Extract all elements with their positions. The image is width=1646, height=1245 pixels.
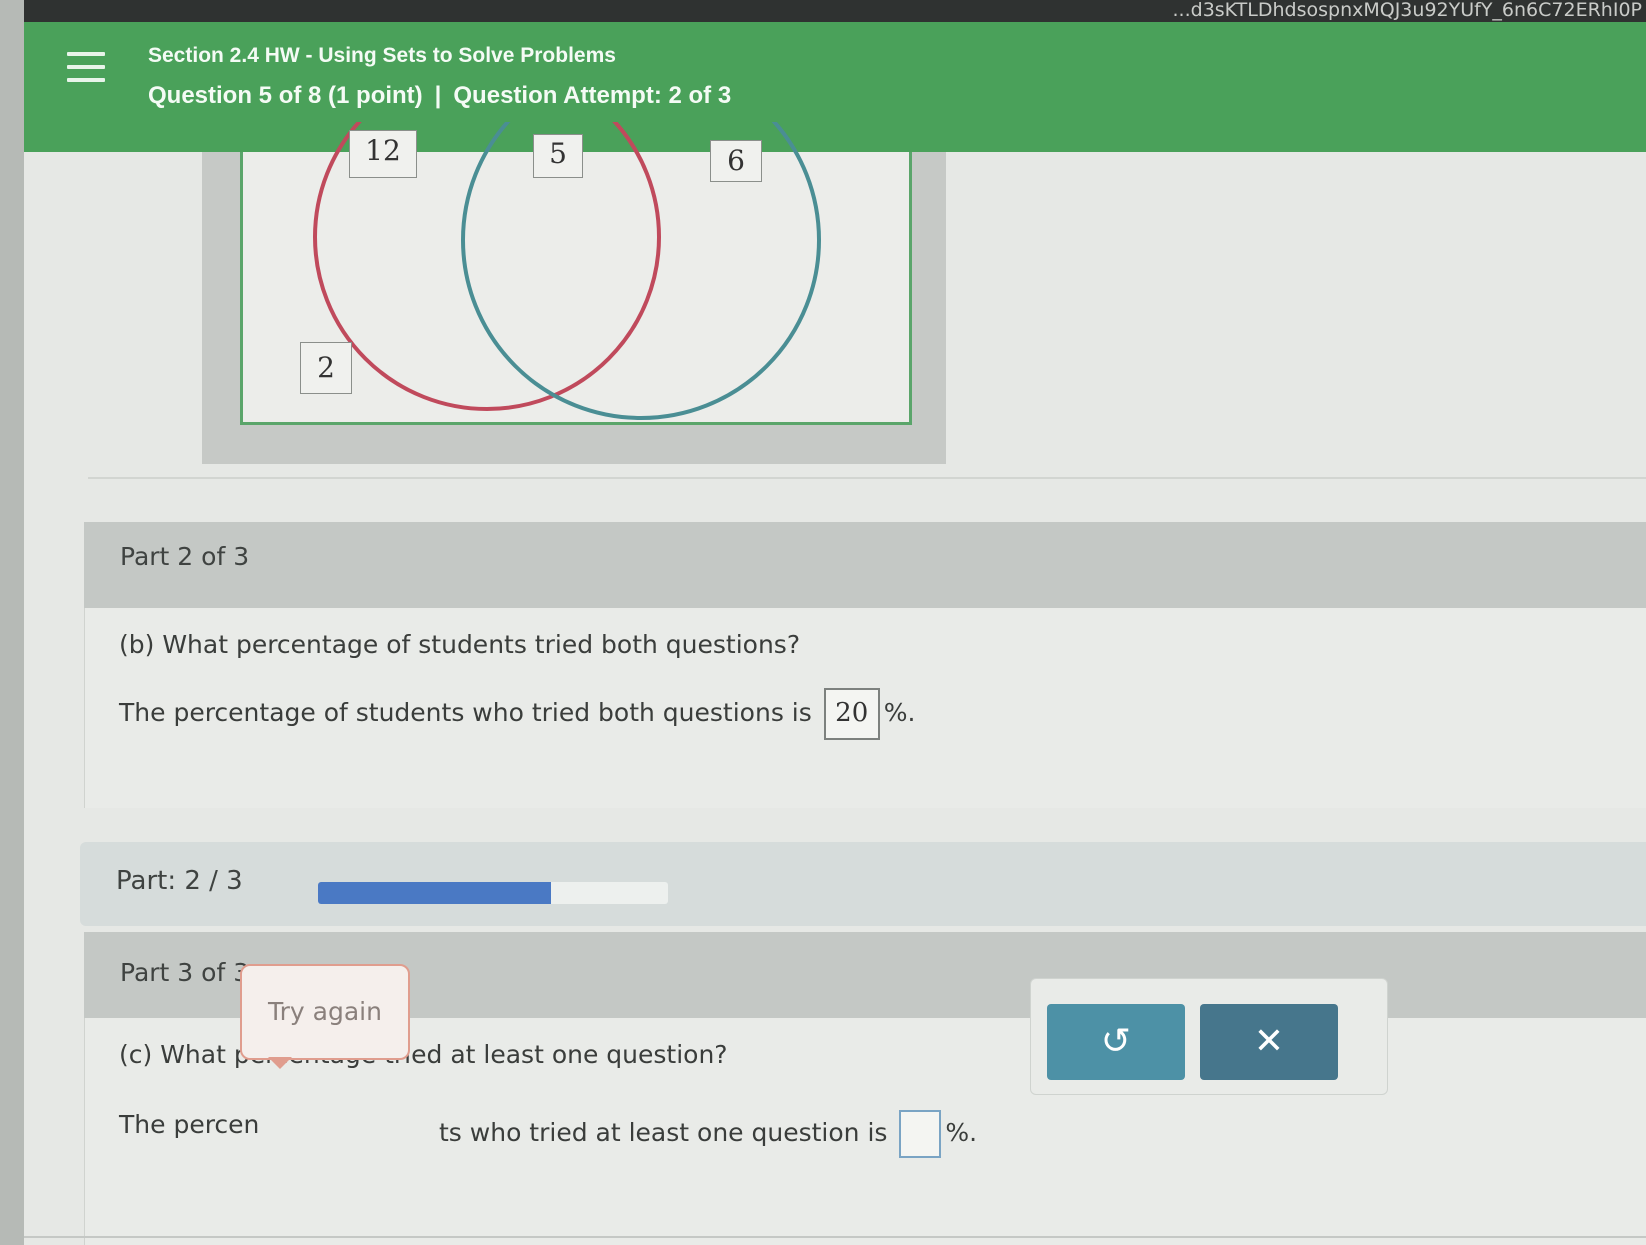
question-info-line: Question 5 of 8 (1 point) | Question Attem… — [148, 82, 731, 110]
attempt-info: Question Attempt: 2 of 3 — [453, 82, 732, 109]
question-info: Question 5 of 8 (1 point) — [148, 82, 423, 109]
progress-fill — [318, 882, 552, 904]
part3-answer-input[interactable] — [899, 1110, 942, 1158]
progress-bar — [318, 882, 668, 904]
venn-diagram-frame: 12 5 6 2 — [202, 122, 946, 464]
venn-left-only-value: 12 — [349, 130, 417, 178]
section-title: Section 2.4 HW - Using Sets to Solve Pro… — [148, 44, 616, 67]
try-again-tooltip: Try again — [240, 964, 410, 1060]
divider — [88, 477, 1646, 479]
part2-question: (b) What percentage of students tried bo… — [119, 630, 801, 659]
header-separator: | — [434, 82, 442, 109]
close-icon: ✕ — [1253, 1021, 1285, 1062]
progress-label: Part: 2 / 3 — [116, 866, 243, 896]
browser-top-strip: ...d3sKTLDhdsospnxMQJ3u92YUfY_6n6C72ERhI… — [0, 0, 1646, 22]
part2-header: Part 2 of 3 — [84, 522, 1646, 608]
left-edge — [0, 0, 24, 1245]
part3-answer-middle: ts who tried at least one question is — [439, 1118, 888, 1147]
venn-universe-box: 12 5 6 2 — [240, 122, 912, 425]
part3-answer-suffix: %. — [945, 1118, 978, 1147]
part2-answer-input[interactable]: 20 — [823, 688, 880, 740]
clear-button[interactable]: ✕ — [1200, 1004, 1338, 1080]
venn-both-value: 5 — [533, 134, 583, 178]
venn-neither-value: 2 — [300, 342, 352, 394]
part2-answer-suffix: %. — [883, 698, 916, 727]
venn-right-circle — [461, 122, 821, 420]
part2-header-label: Part 2 of 3 — [120, 542, 250, 571]
part3-question: (c) What percentage tried at least one q… — [119, 1040, 728, 1069]
bottom-divider — [24, 1236, 1646, 1238]
part2-answer-line: The percentage of students who tried bot… — [119, 688, 915, 740]
part3-answer-line: ts who tried at least one question is %. — [439, 1110, 977, 1158]
hamburger-menu-icon[interactable] — [67, 52, 105, 84]
undo-icon: ↺ — [1100, 1021, 1132, 1062]
part3-answer-prefix: The percen — [119, 1110, 260, 1139]
part-progress: Part: 2 / 3 — [80, 842, 1646, 926]
venn-right-only-value: 6 — [710, 140, 762, 182]
part3-header-label: Part 3 of 3 — [120, 958, 250, 987]
undo-button[interactable]: ↺ — [1047, 1004, 1185, 1080]
main-content: 12 5 6 2 Part 2 of 3 (b) What percentage… — [24, 122, 1646, 1245]
part2-body: (b) What percentage of students tried bo… — [84, 608, 1646, 808]
tooltip-tail — [268, 1057, 292, 1069]
url-fragment: ...d3sKTLDhdsospnxMQJ3u92YUfY_6n6C72ERhI… — [1172, 0, 1642, 21]
part2-answer-prefix: The percentage of students who tried bot… — [119, 698, 812, 727]
